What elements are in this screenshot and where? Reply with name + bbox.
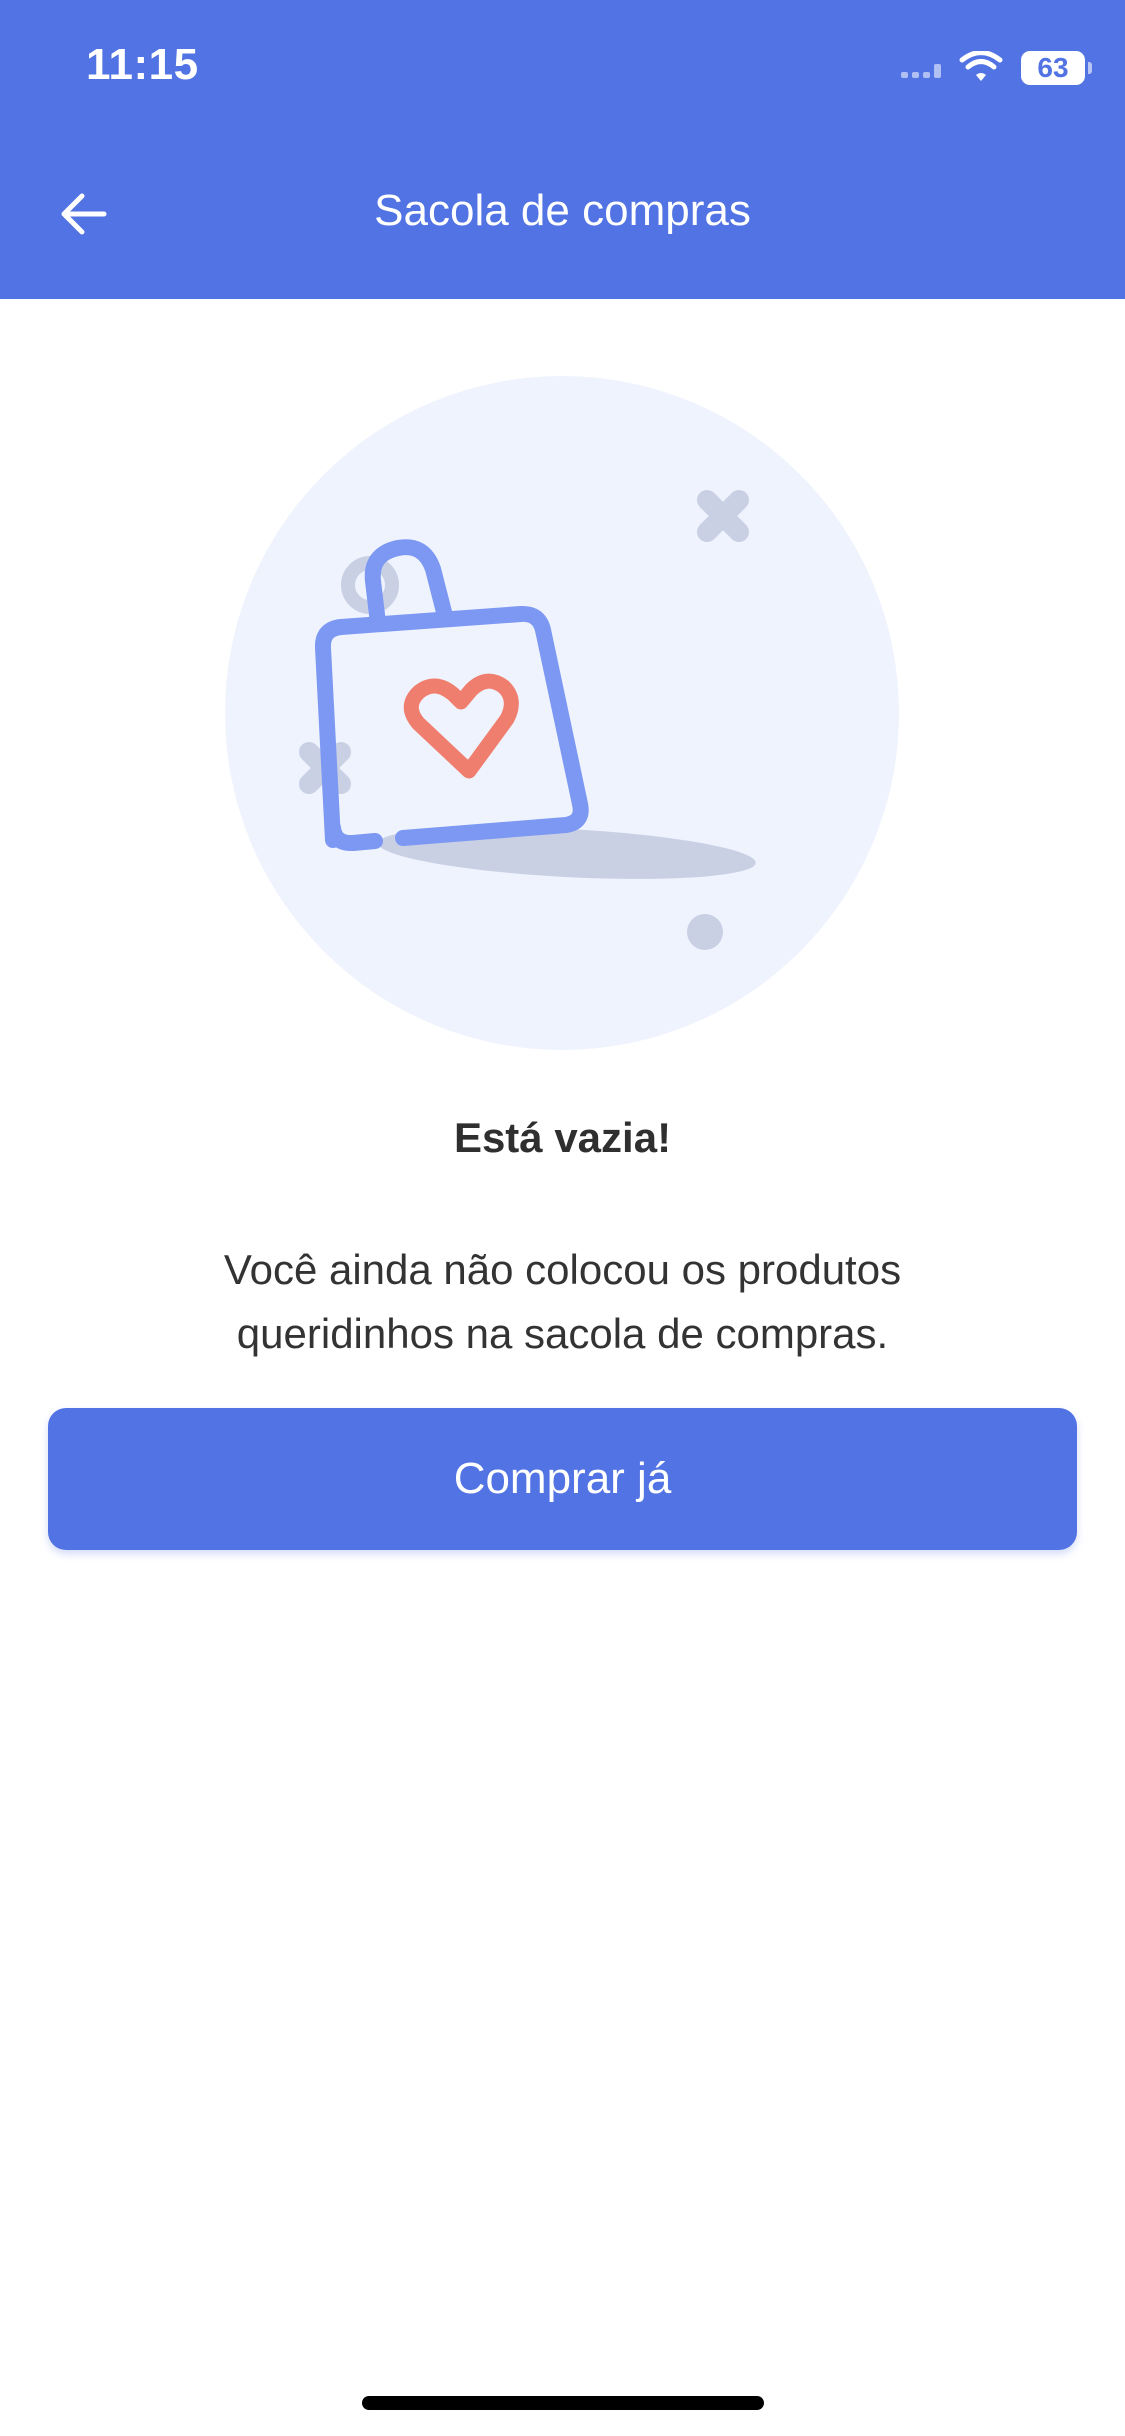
signal-icon — [901, 58, 941, 78]
decor-dot-icon — [687, 914, 723, 950]
home-indicator[interactable] — [362, 2396, 764, 2410]
empty-state-description: Você ainda não colocou os produtos queri… — [223, 1246, 902, 1357]
wifi-icon — [959, 51, 1003, 81]
empty-state-title: Está vazia! — [453, 1114, 672, 1161]
status-icons: 63 — [901, 48, 1092, 88]
buy-now-button[interactable]: Comprar já — [48, 1408, 1077, 1550]
battery-icon: 63 — [1021, 51, 1092, 85]
empty-shopping-bag-illustration — [225, 376, 899, 1050]
decor-cross-top-right-icon — [697, 490, 749, 542]
page-title: Sacola de compras — [374, 186, 751, 235]
battery-level: 63 — [1037, 52, 1069, 83]
app-header: 11:15 63 Sacola de compras — [0, 0, 1125, 299]
status-time: 11:15 — [86, 40, 199, 89]
